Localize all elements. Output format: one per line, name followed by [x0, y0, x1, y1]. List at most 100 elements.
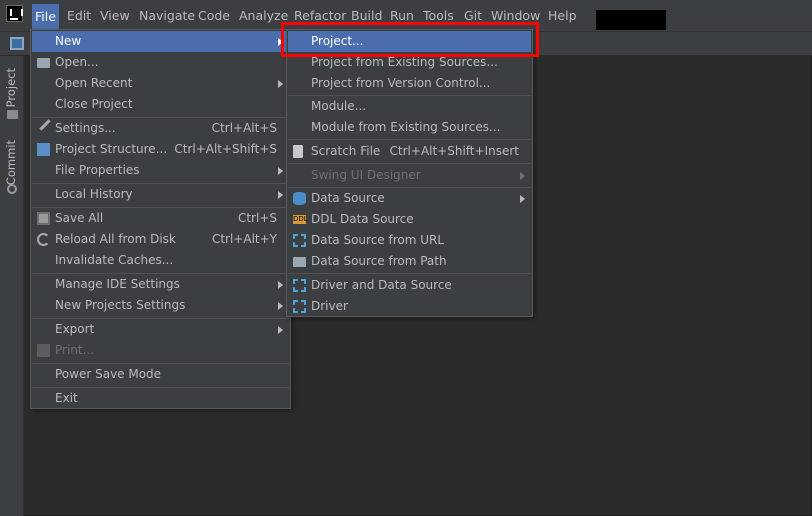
- new-menu-item-data-source[interactable]: Data Source: [288, 188, 531, 209]
- menu-item-label: Data Source from URL: [311, 233, 445, 247]
- menu-separator: [288, 163, 531, 164]
- menu-item-label: Open...: [55, 55, 99, 69]
- menu-item-label: Driver: [311, 299, 348, 313]
- menu-item-label: Module from Existing Sources...: [311, 120, 501, 134]
- file-menu-item-power-save-mode[interactable]: Power Save Mode: [32, 364, 289, 385]
- folder-open-icon: [37, 58, 50, 68]
- print-icon: [37, 344, 50, 357]
- menu-item-label: Save All: [55, 211, 104, 225]
- menu-item-label: Project from Version Control...: [311, 76, 491, 90]
- submenu-arrow-icon: [278, 302, 283, 310]
- submenu-arrow-icon: [520, 172, 525, 180]
- commit-icon: [7, 184, 17, 194]
- driver-icon: [293, 279, 306, 292]
- file-menu-item-new[interactable]: New: [32, 31, 289, 52]
- menu-item-label: New Projects Settings: [55, 298, 186, 312]
- new-menu-item-driver[interactable]: Driver: [288, 296, 531, 317]
- file-menu-item-new-projects-settings[interactable]: New Projects Settings: [32, 295, 289, 316]
- menu-item-label: Scratch File: [311, 144, 381, 158]
- driver-icon: [293, 300, 306, 313]
- menu-item-label: Module...: [311, 99, 367, 113]
- save-icon: [37, 212, 50, 225]
- new-menu-item-data-source-from-path[interactable]: Data Source from Path: [288, 251, 531, 272]
- left-tool-strip: Project Commit: [0, 56, 24, 516]
- file-menu-item-settings[interactable]: Settings... Ctrl+Alt+S: [32, 118, 289, 139]
- ddl-icon: DDL: [293, 215, 308, 224]
- submenu-arrow-icon: [278, 326, 283, 334]
- menu-item-label: Exit: [55, 391, 78, 405]
- new-menu-item-swing-ui-designer: Swing UI Designer: [288, 165, 531, 186]
- menu-item-label: New: [55, 34, 82, 48]
- menu-item-label: Power Save Mode: [55, 367, 162, 381]
- menu-item-label: Driver and Data Source: [311, 278, 452, 292]
- file-menu-item-open[interactable]: Open...: [32, 52, 289, 73]
- submenu-arrow-icon: [278, 281, 283, 289]
- file-menu: New Open... Open Recent Close Project Se…: [30, 29, 291, 409]
- file-menu-item-save-all[interactable]: Save All Ctrl+S: [32, 208, 289, 229]
- menu-item-label: Manage IDE Settings: [55, 277, 180, 291]
- url-source-icon: [293, 234, 306, 247]
- menu-item-label: Invalidate Caches...: [55, 253, 174, 267]
- file-menu-item-reload-all[interactable]: Reload All from Disk Ctrl+Alt+Y: [32, 229, 289, 250]
- file-menu-item-export[interactable]: Export: [32, 319, 289, 340]
- menu-item-shortcut: Ctrl+S: [237, 211, 277, 225]
- file-menu-item-invalidate-caches[interactable]: Invalidate Caches...: [32, 250, 289, 271]
- new-menu-item-ddl-data-source[interactable]: DDL DDL Data Source: [288, 209, 531, 230]
- new-submenu: Project... Project from Existing Sources…: [286, 29, 533, 317]
- menu-help[interactable]: Help: [545, 5, 580, 27]
- menu-item-label: Local History: [55, 187, 133, 201]
- intellij-logo-icon[interactable]: [6, 5, 23, 22]
- submenu-arrow-icon: [278, 167, 283, 175]
- submenu-arrow-icon: [520, 195, 525, 203]
- file-menu-item-local-history[interactable]: Local History: [32, 184, 289, 205]
- menu-code[interactable]: Code: [195, 5, 233, 27]
- menu-item-shortcut: Ctrl+Alt+Y: [211, 232, 277, 246]
- file-menu-item-exit[interactable]: Exit: [32, 388, 289, 409]
- tab-commit[interactable]: Commit: [4, 140, 18, 185]
- menu-separator: [288, 139, 531, 140]
- menu-item-label: Settings...: [55, 121, 116, 135]
- database-icon: [293, 192, 306, 205]
- menu-item-label: File Properties: [55, 163, 140, 177]
- file-menu-item-close-project[interactable]: Close Project: [32, 94, 289, 115]
- project-folder-icon: [7, 110, 18, 119]
- file-menu-item-project-structure[interactable]: Project Structure... Ctrl+Alt+Shift+S: [32, 139, 289, 160]
- menu-item-label: Project Structure...: [55, 142, 168, 156]
- menu-item-label: Reload All from Disk: [55, 232, 176, 246]
- menu-item-shortcut: Ctrl+Alt+Shift+S: [174, 142, 277, 156]
- submenu-arrow-icon: [278, 191, 283, 199]
- project-view-icon[interactable]: [10, 37, 24, 50]
- menu-file[interactable]: File: [32, 4, 59, 29]
- menu-navigate[interactable]: Navigate: [136, 5, 198, 27]
- menu-item-label: Export: [55, 322, 95, 336]
- menu-item-label: Data Source from Path: [311, 254, 447, 268]
- submenu-arrow-icon: [278, 80, 283, 88]
- file-menu-item-open-recent[interactable]: Open Recent: [32, 73, 289, 94]
- menu-item-shortcut: Ctrl+Alt+Shift+Insert: [389, 144, 519, 158]
- menu-item-label: Swing UI Designer: [311, 168, 421, 182]
- menu-item-label: Close Project: [55, 97, 133, 111]
- new-menu-item-data-source-from-url[interactable]: Data Source from URL: [288, 230, 531, 251]
- tab-project[interactable]: Project: [4, 68, 18, 107]
- menu-item-label: Open Recent: [55, 76, 133, 90]
- file-menu-item-file-properties[interactable]: File Properties: [32, 160, 289, 181]
- scratch-file-icon: [293, 145, 303, 158]
- file-menu-item-print: Print...: [32, 340, 289, 361]
- new-menu-item-module-from-existing[interactable]: Module from Existing Sources...: [288, 117, 531, 138]
- folder-icon: [293, 257, 306, 267]
- project-structure-icon: [37, 143, 50, 156]
- new-menu-item-module[interactable]: Module...: [288, 96, 531, 117]
- menu-item-shortcut: Ctrl+Alt+S: [211, 121, 277, 135]
- file-menu-item-manage-ide-settings[interactable]: Manage IDE Settings: [32, 274, 289, 295]
- menu-edit[interactable]: Edit: [64, 5, 94, 27]
- new-menu-item-project-from-vcs[interactable]: Project from Version Control...: [288, 73, 531, 94]
- menu-item-label: Print...: [55, 343, 95, 357]
- new-menu-item-driver-and-data-source[interactable]: Driver and Data Source: [288, 275, 531, 296]
- annotation-highlight-box: [281, 22, 539, 57]
- menu-view[interactable]: View: [97, 5, 133, 27]
- redacted-area: [596, 10, 666, 30]
- new-menu-item-scratch-file[interactable]: Scratch File Ctrl+Alt+Shift+Insert: [288, 141, 531, 162]
- menu-item-label: DDL Data Source: [311, 212, 414, 226]
- menu-separator: [288, 273, 531, 274]
- menu-item-label: Data Source: [311, 191, 385, 205]
